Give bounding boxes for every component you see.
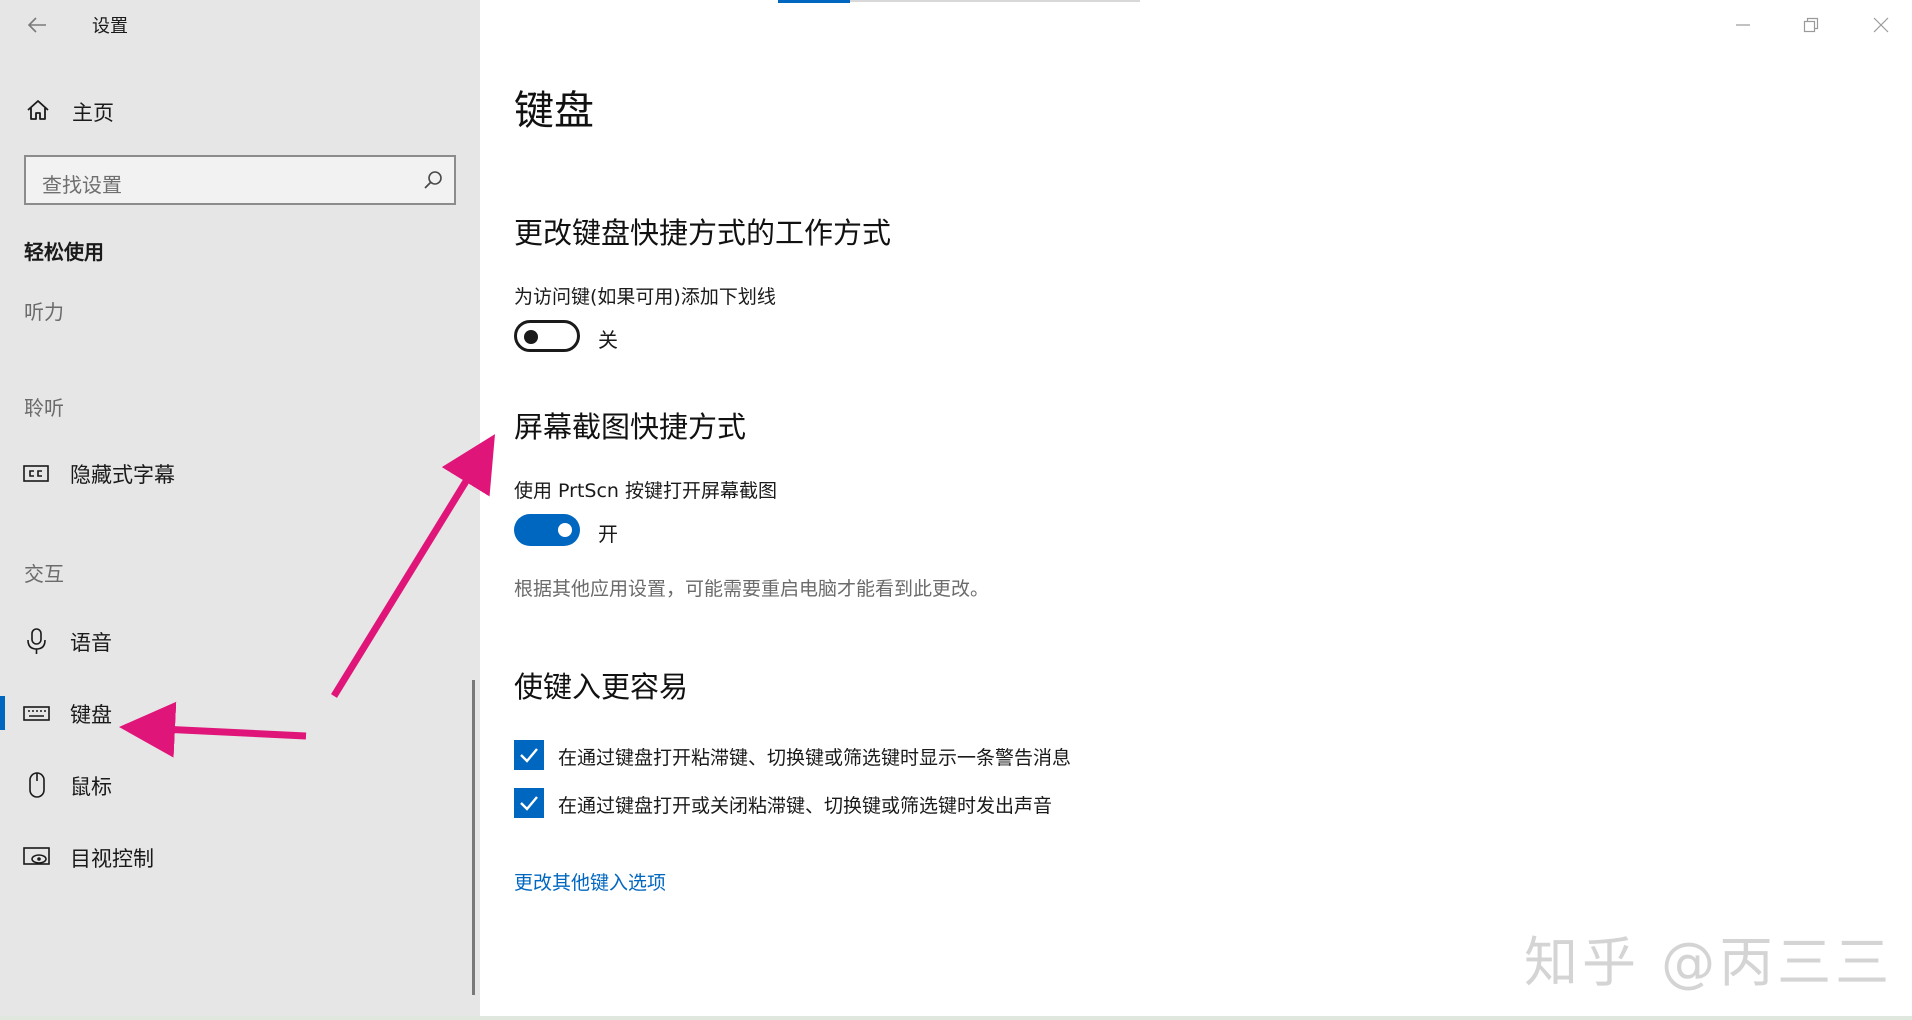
bottom-border	[0, 1016, 1912, 1020]
restore-icon	[1803, 17, 1819, 33]
sidebar: 设置 主页 查找设置 轻松使用 听力 聆听 隐藏式字幕 交互 语音 键盘 鼠标 …	[0, 0, 480, 1020]
prtscn-label: 使用 PrtScn 按键打开屏幕截图	[514, 480, 778, 502]
checkmark-icon	[520, 796, 538, 811]
toggle-state-label: 关	[598, 328, 618, 352]
selection-indicator	[0, 696, 5, 730]
closed-captions-icon	[23, 465, 49, 482]
toggle-knob	[558, 523, 572, 537]
sidebar-item-keyboard[interactable]: 键盘	[0, 688, 470, 738]
section-heading-shortcuts: 更改键盘快捷方式的工作方式	[514, 216, 892, 250]
sidebar-item-label: 鼠标	[70, 775, 112, 799]
back-arrow-icon	[27, 17, 46, 33]
keyboard-icon	[23, 706, 50, 721]
progress-track	[850, 0, 1140, 2]
group-label-listening: 聆听	[24, 396, 64, 420]
more-typing-options-link[interactable]: 更改其他键入选项	[514, 868, 666, 895]
toggle-knob	[524, 330, 538, 344]
restart-note: 根据其他应用设置，可能需要重启电脑才能看到此更改。	[514, 578, 990, 600]
sidebar-item-label: 隐藏式字幕	[70, 463, 175, 487]
checkbox-label: 在通过键盘打开粘滞键、切换键或筛选键时显示一条警告消息	[558, 747, 1072, 769]
home-icon	[27, 100, 49, 120]
watermark: 知乎 @丙三三	[1524, 931, 1894, 994]
app-title: 设置	[92, 16, 128, 37]
sidebar-item-closed-captions[interactable]: 隐藏式字幕	[0, 448, 470, 498]
sidebar-item-label: 目视控制	[70, 847, 154, 871]
close-button[interactable]	[1856, 8, 1906, 42]
sidebar-item-mouse[interactable]: 鼠标	[0, 760, 470, 810]
prtscn-toggle[interactable]	[514, 514, 580, 546]
search-placeholder: 查找设置	[42, 173, 122, 197]
access-key-underline-label: 为访问键(如果可用)添加下划线	[514, 286, 776, 308]
microphone-icon	[27, 628, 46, 654]
minimize-button[interactable]	[1718, 8, 1768, 42]
section-heading-typing: 使键入更容易	[514, 670, 689, 704]
search-input[interactable]: 查找设置	[24, 155, 456, 205]
warning-message-checkbox[interactable]	[514, 740, 544, 770]
page-title: 键盘	[514, 88, 594, 134]
toggle-state-label: 开	[598, 522, 618, 546]
restore-button[interactable]	[1786, 8, 1836, 42]
sidebar-item-label: 主页	[72, 101, 114, 125]
group-label-hearing: 听力	[24, 300, 64, 324]
minimize-icon	[1736, 24, 1750, 26]
sidebar-item-label: 键盘	[70, 703, 112, 727]
close-icon	[1873, 17, 1889, 33]
sound-checkbox[interactable]	[514, 788, 544, 818]
category-title: 轻松使用	[24, 240, 104, 264]
group-label-interaction: 交互	[24, 562, 64, 586]
sidebar-item-eye-control[interactable]: 目视控制	[0, 832, 470, 882]
search-icon[interactable]	[422, 169, 444, 191]
sidebar-item-label: 语音	[70, 631, 112, 655]
progress-indicator	[778, 0, 850, 3]
sidebar-scrollbar[interactable]	[472, 680, 475, 995]
sidebar-item-home[interactable]: 主页	[0, 88, 480, 132]
sidebar-item-speech[interactable]: 语音	[0, 616, 470, 666]
access-key-underline-toggle[interactable]	[514, 320, 580, 352]
mouse-icon	[29, 772, 45, 798]
checkbox-label: 在通过键盘打开或关闭粘滞键、切换键或筛选键时发出声音	[558, 795, 1053, 817]
checkmark-icon	[520, 748, 538, 763]
section-heading-screenshot: 屏幕截图快捷方式	[514, 410, 747, 444]
eye-control-icon	[23, 847, 50, 865]
back-button[interactable]	[22, 10, 52, 40]
